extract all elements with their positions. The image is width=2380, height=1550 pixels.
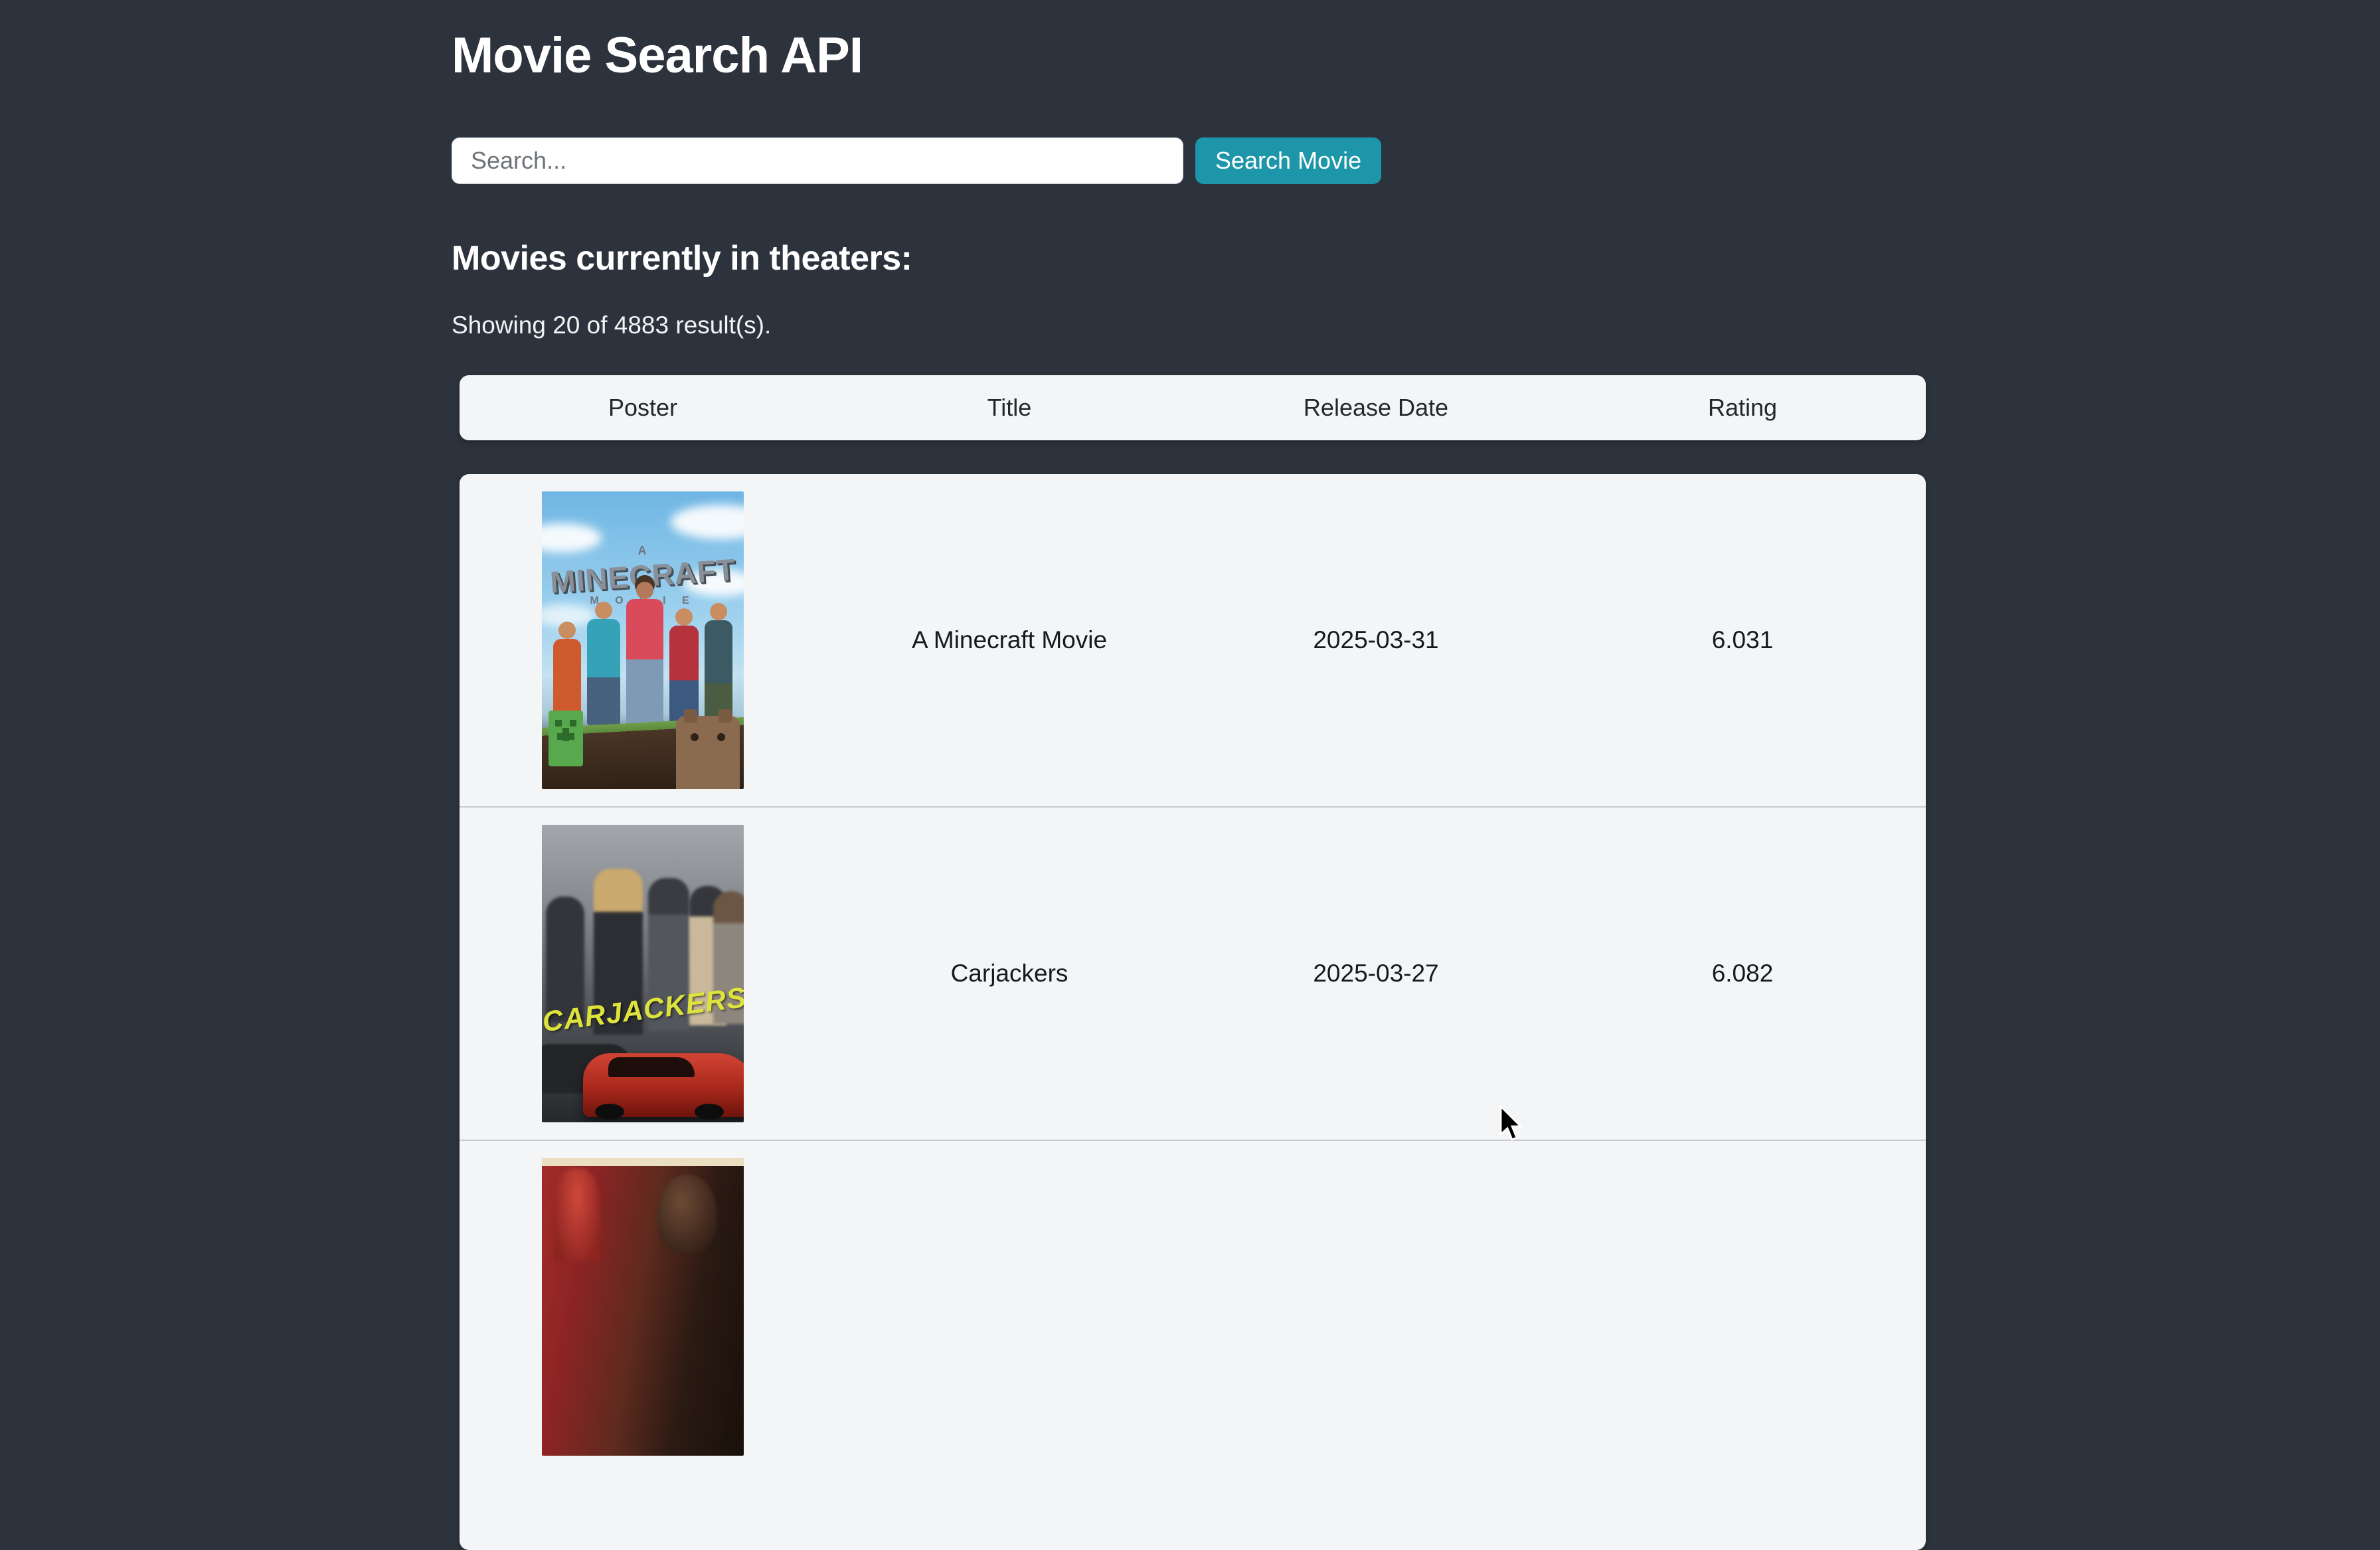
column-header-rating: Rating — [1559, 394, 1926, 422]
mouse-cursor — [1499, 1105, 1527, 1145]
column-header-release-date: Release Date — [1193, 394, 1559, 422]
movie-rating: 6.082 — [1559, 960, 1926, 988]
search-input[interactable] — [452, 137, 1183, 184]
movie-release-date: 2025-03-31 — [1193, 626, 1559, 654]
character-shape — [626, 599, 663, 725]
search-movie-button[interactable]: Search Movie — [1195, 137, 1381, 184]
movie-release-date: 2025-03-27 — [1193, 960, 1559, 988]
column-header-poster: Poster — [460, 394, 826, 422]
minecraft-movie-poster: A MINECRAFT M O V I E — [542, 491, 744, 789]
movie-title: Carjackers — [826, 960, 1193, 988]
movie-table: A MINECRAFT M O V I E A — [460, 474, 1926, 1550]
movie-rating: 6.031 — [1559, 626, 1926, 654]
red-car-shape — [583, 1053, 744, 1117]
poster-cell — [460, 1158, 826, 1456]
table-row[interactable]: A MINECRAFT M O V I E A — [460, 474, 1926, 808]
column-header-title: Title — [826, 394, 1193, 422]
table-header: Poster Title Release Date Rating — [460, 375, 1926, 440]
character-shape — [705, 620, 732, 725]
poster-characters — [542, 599, 744, 725]
creeper-shape — [549, 711, 583, 766]
character-shape — [587, 619, 620, 725]
section-heading: Movies currently in theaters: — [452, 238, 1930, 278]
carjackers-movie-poster: CARJACKERS — [542, 825, 744, 1122]
results-summary: Showing 20 of 4883 result(s). — [452, 311, 1930, 339]
page-title: Movie Search API — [452, 0, 1930, 84]
poster-top-band — [542, 1158, 744, 1166]
partially-visible-movie-poster — [542, 1158, 744, 1456]
search-bar: Search Movie — [452, 137, 1930, 184]
table-row[interactable] — [460, 1141, 1926, 1473]
poster-cell: CARJACKERS — [460, 825, 826, 1122]
table-row[interactable]: CARJACKERS Carjackers 2025-03-27 6.082 — [460, 808, 1926, 1141]
poster-cell: A MINECRAFT M O V I E — [460, 491, 826, 789]
main-content: Movie Search API Search Movie Movies cur… — [452, 0, 1930, 1550]
wolf-shape — [676, 716, 740, 789]
face-shape — [657, 1174, 717, 1254]
poster-title-line: A — [638, 544, 648, 557]
movie-title: A Minecraft Movie — [826, 626, 1193, 654]
red-figure-shape — [554, 1169, 600, 1262]
